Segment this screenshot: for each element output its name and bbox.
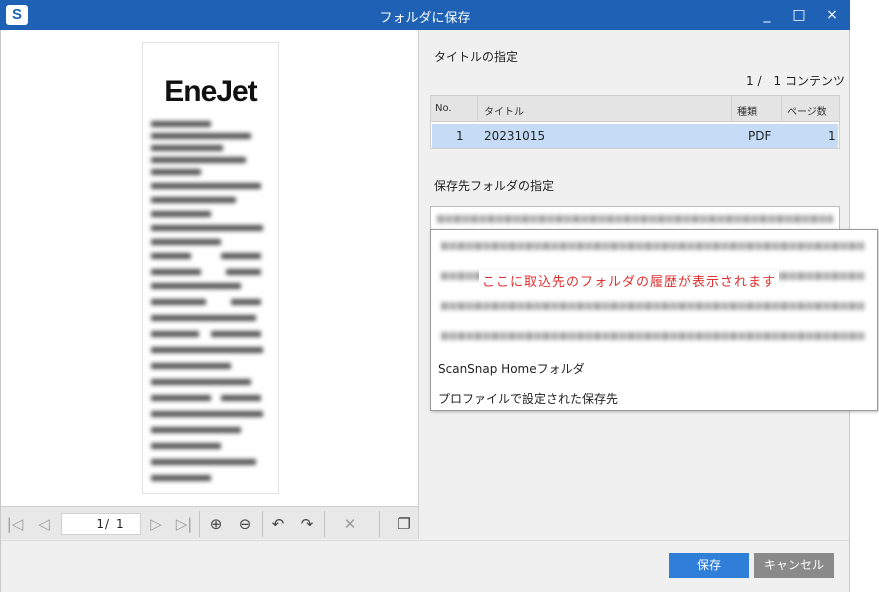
row-no: 1 [456,129,464,143]
window-title: フォルダに保存 [379,11,471,26]
history-item[interactable] [435,234,871,258]
history-placeholder-note: ここに取込先のフォルダの履歴が表示されます [479,270,780,291]
content-count: 1 / 1 コンテンツ [746,74,845,88]
preview-toolbar: |◁ ◁ 1 / 1 ▷ ▷| ⊕ ⊖ ↶ ↷ ✕ ❐ [1,506,419,539]
zoom-in-icon[interactable]: ⊕ [205,513,227,535]
dialog-footer: 保存 キャンセル [1,540,849,592]
pages-icon[interactable]: ❐ [393,513,415,535]
folder-history-dropdown: ここに取込先のフォルダの履歴が表示されます ScanSnap Homeフォルダ … [430,229,878,411]
column-type[interactable]: 種類 [737,103,757,118]
profile-destination-option[interactable]: プロファイルで設定された保存先 [438,390,618,407]
receipt-preview-image: EneJet [142,42,279,494]
folder-path-combobox[interactable] [430,206,840,230]
history-item[interactable] [435,294,871,318]
folder-section-label: 保存先フォルダの指定 [434,179,555,193]
blurred-folder-path [437,215,833,223]
total-pages: 1 [116,517,124,531]
toolbar-divider [199,511,200,537]
next-page-icon[interactable]: ▷ [145,513,167,535]
page-separator: / [105,517,110,531]
table-row[interactable]: 1 20231015 PDF 1 [432,124,838,148]
rotate-right-icon[interactable]: ↷ [296,513,318,535]
cancel-button[interactable]: キャンセル [754,553,834,578]
blurred-folder-path [441,302,865,310]
minimize-button[interactable]: _ [749,0,785,30]
table-header: No. タイトル 種類 ページ数 [431,96,839,122]
column-divider [477,96,478,122]
receipt-logo: EneJet [164,75,257,108]
column-divider [781,96,782,122]
current-page: 1 [96,517,104,531]
column-divider [731,96,732,122]
zoom-out-icon[interactable]: ⊖ [234,513,256,535]
save-button[interactable]: 保存 [669,553,749,578]
row-type: PDF [748,129,772,143]
blurred-receipt-text [151,121,270,481]
blurred-folder-path [441,242,865,250]
maximize-button[interactable]: □ [781,0,817,30]
title-section-label: タイトルの指定 [434,50,519,64]
page-number-field[interactable]: 1 / 1 [61,513,141,535]
prev-page-icon[interactable]: ◁ [33,513,55,535]
row-pages: 1 [828,129,836,143]
toolbar-divider [379,511,380,537]
last-page-icon[interactable]: ▷| [173,513,195,535]
delete-page-icon[interactable]: ✕ [339,513,361,535]
blurred-folder-path [441,332,865,340]
scansnap-home-folder-option[interactable]: ScanSnap Homeフォルダ [438,360,585,377]
first-page-icon[interactable]: |◁ [4,513,26,535]
toolbar-divider [262,511,263,537]
column-title[interactable]: タイトル [484,103,524,118]
history-item[interactable] [435,324,871,348]
preview-pane: EneJet [1,30,419,506]
rotate-left-icon[interactable]: ↶ [267,513,289,535]
toolbar-divider [324,511,325,537]
title-bar: S フォルダに保存 _ □ × [0,0,850,30]
column-pages[interactable]: ページ数 [787,103,827,118]
close-button[interactable]: × [814,0,850,30]
content-table: No. タイトル 種類 ページ数 1 20231015 PDF 1 [430,95,840,149]
row-title[interactable]: 20231015 [484,129,545,143]
column-no[interactable]: No. [435,103,452,114]
